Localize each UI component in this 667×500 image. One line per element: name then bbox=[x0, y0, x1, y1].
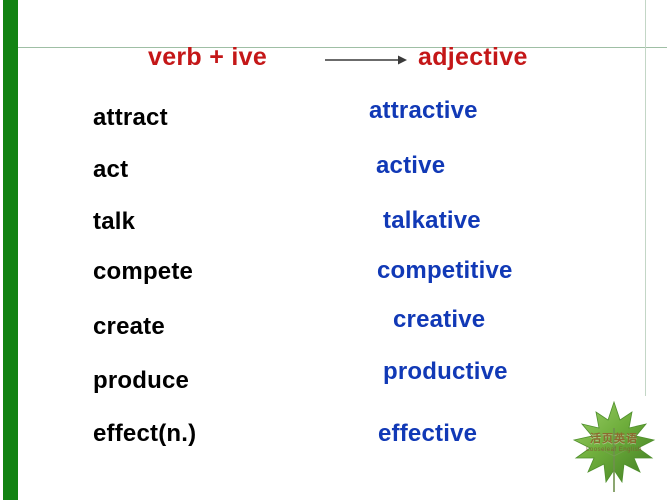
table-row: act active bbox=[0, 152, 667, 196]
verb-word: effect(n.) bbox=[93, 420, 197, 447]
verb-word: act bbox=[93, 156, 129, 183]
adjective-word: attractive bbox=[369, 97, 478, 124]
logo-subtitle-en: Looseleaf English bbox=[586, 447, 642, 453]
table-row: create creative bbox=[0, 306, 667, 353]
verb-word: compete bbox=[93, 258, 194, 285]
logo-title-cn: 活页英语 bbox=[590, 433, 638, 445]
slide-canvas: verb + ive adjective attract attractive … bbox=[0, 0, 667, 500]
adjective-word: effective bbox=[378, 420, 478, 447]
adjective-word: productive bbox=[383, 358, 508, 385]
verb-word: talk bbox=[93, 208, 136, 235]
adjective-word: talkative bbox=[383, 207, 481, 234]
adjective-word: active bbox=[376, 152, 446, 179]
verb-word: produce bbox=[93, 367, 190, 394]
verb-word: attract bbox=[93, 104, 168, 131]
table-row: compete competitive bbox=[0, 257, 667, 298]
adjective-word: creative bbox=[393, 306, 486, 333]
verb-word: create bbox=[93, 313, 165, 340]
watermark-logo: 活页英语 Looseleaf English bbox=[566, 398, 662, 496]
table-row: talk talkative bbox=[0, 207, 667, 248]
adjective-word: competitive bbox=[377, 257, 513, 284]
table-row: attract attractive bbox=[0, 97, 667, 144]
